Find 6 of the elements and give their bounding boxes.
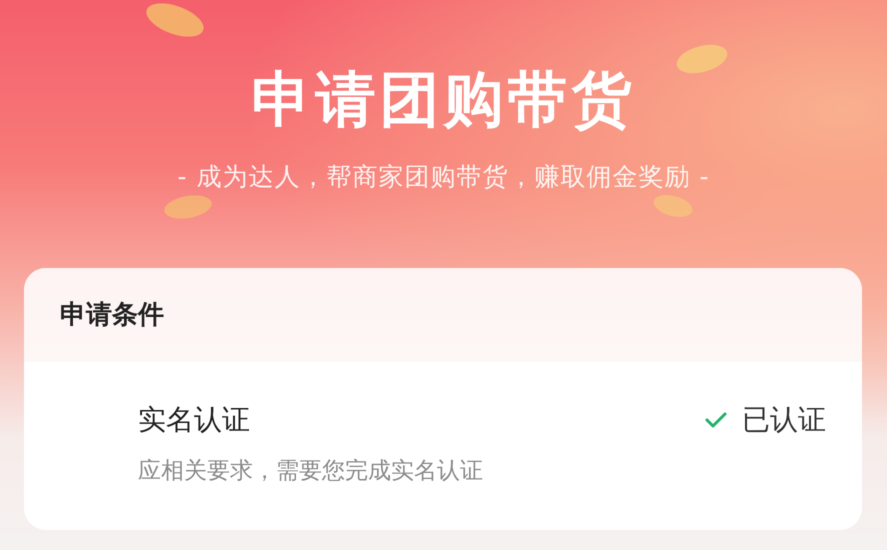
banner-subtitle: - 成为达人，帮商家团购带货，赚取佣金奖励 - <box>178 161 710 193</box>
condition-name: 实名认证 <box>138 402 251 438</box>
verification-status: 已认证 <box>742 402 826 438</box>
card-heading: 申请条件 <box>60 298 164 332</box>
banner-title: 申请团购带货 <box>252 64 636 136</box>
condition-description: 应相关要求，需要您完成实名认证 <box>138 457 483 486</box>
